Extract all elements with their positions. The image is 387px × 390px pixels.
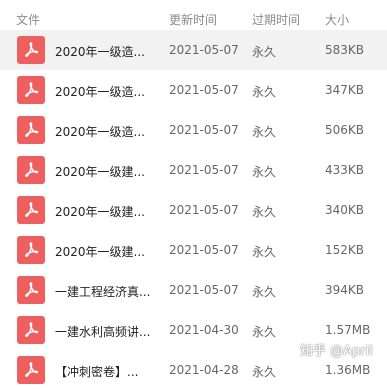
- file-name[interactable]: 2020年一级建...: [55, 243, 159, 260]
- file-expiry: 永久: [252, 285, 277, 299]
- file-expiry: 永久: [252, 205, 277, 219]
- file-updated: 2021-04-30: [169, 323, 239, 337]
- column-header-expiry[interactable]: 过期时间: [252, 11, 300, 28]
- file-name[interactable]: 2020年一级建...: [55, 163, 159, 180]
- file-size: 1.36MB: [325, 363, 371, 377]
- pdf-icon: [17, 36, 45, 64]
- pdf-icon: [17, 196, 45, 224]
- file-updated: 2021-05-07: [169, 243, 239, 257]
- pdf-icon: [17, 316, 45, 344]
- file-size: 340KB: [325, 203, 365, 217]
- file-updated: 2021-05-07: [169, 43, 239, 57]
- file-list: 2020年一级造... 2021-05-07 永久 583KB 2020年一级造…: [0, 30, 387, 390]
- file-expiry: 永久: [252, 45, 277, 59]
- file-name[interactable]: 一建工程经济真...: [55, 283, 159, 300]
- file-expiry: 永久: [252, 165, 277, 179]
- watermark: 知乎 @April: [300, 344, 373, 359]
- file-row[interactable]: 2020年一级造... 2021-05-07 永久 583KB: [0, 30, 387, 70]
- file-updated: 2021-05-07: [169, 123, 239, 137]
- file-expiry: 永久: [252, 125, 277, 139]
- file-name[interactable]: 2020年一级造...: [55, 123, 159, 140]
- file-size: 506KB: [325, 123, 365, 137]
- pdf-icon: [17, 356, 45, 384]
- pdf-icon: [17, 116, 45, 144]
- file-expiry: 永久: [252, 245, 277, 259]
- file-size: 347KB: [325, 83, 365, 97]
- file-name[interactable]: 2020年一级造...: [55, 83, 159, 100]
- file-size: 152KB: [325, 243, 365, 257]
- file-row[interactable]: 2020年一级建... 2021-05-07 永久 433KB: [0, 150, 387, 190]
- column-header-name[interactable]: 文件: [16, 11, 40, 28]
- file-updated: 2021-05-07: [169, 203, 239, 217]
- file-expiry: 永久: [252, 325, 277, 339]
- file-size: 1.57MB: [325, 323, 371, 337]
- file-updated: 2021-05-07: [169, 83, 239, 97]
- file-expiry: 永久: [252, 85, 277, 99]
- file-name[interactable]: 2020年一级造...: [55, 43, 159, 60]
- pdf-icon: [17, 76, 45, 104]
- file-list-header: 文件 更新时间 过期时间 大小: [0, 0, 387, 34]
- file-expiry: 永久: [252, 365, 277, 379]
- pdf-icon: [17, 156, 45, 184]
- file-row[interactable]: 2020年一级建... 2021-05-07 永久 152KB: [0, 230, 387, 270]
- file-row[interactable]: 2020年一级造... 2021-05-07 永久 506KB: [0, 110, 387, 150]
- file-name[interactable]: 【冲刺密卷】...: [55, 363, 159, 380]
- file-size: 394KB: [325, 283, 365, 297]
- file-updated: 2021-05-07: [169, 163, 239, 177]
- column-header-updated[interactable]: 更新时间: [169, 11, 217, 28]
- pdf-icon: [17, 276, 45, 304]
- file-size: 433KB: [325, 163, 365, 177]
- file-updated: 2021-05-07: [169, 283, 239, 297]
- pdf-icon: [17, 236, 45, 264]
- file-name[interactable]: 一建水利高频讲...: [55, 323, 159, 340]
- column-header-size[interactable]: 大小: [325, 11, 349, 28]
- file-size: 583KB: [325, 43, 365, 57]
- file-updated: 2021-04-28: [169, 363, 239, 377]
- file-row[interactable]: 一建工程经济真... 2021-05-07 永久 394KB: [0, 270, 387, 310]
- file-name[interactable]: 2020年一级建...: [55, 203, 159, 220]
- file-row[interactable]: 2020年一级建... 2021-05-07 永久 340KB: [0, 190, 387, 230]
- file-row[interactable]: 2020年一级造... 2021-05-07 永久 347KB: [0, 70, 387, 110]
